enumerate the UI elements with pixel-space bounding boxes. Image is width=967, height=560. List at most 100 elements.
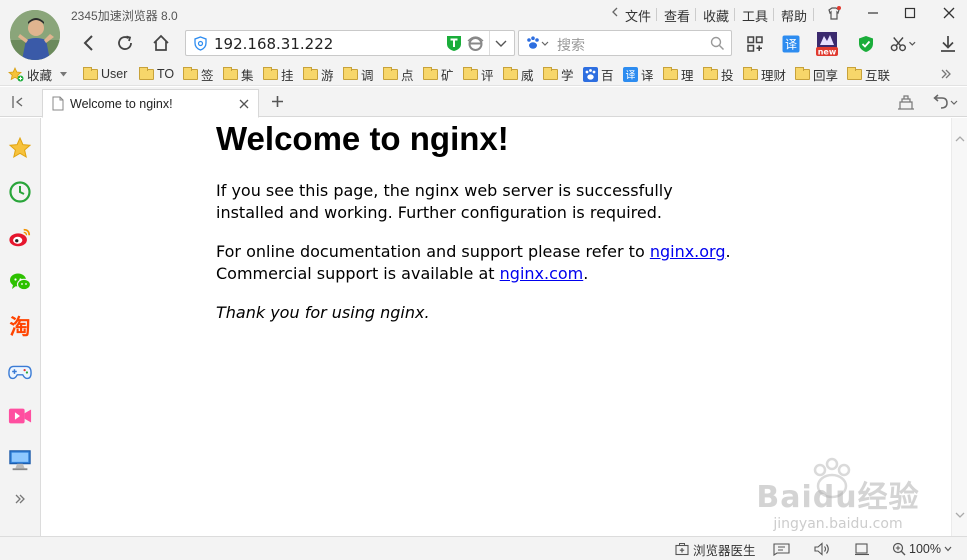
video-icon[interactable] <box>8 404 32 428</box>
refresh-button[interactable] <box>112 31 138 55</box>
wechat-icon[interactable] <box>8 270 32 294</box>
star-add-icon <box>8 66 24 82</box>
games-controller-icon[interactable] <box>8 360 32 384</box>
folder-icon <box>383 66 398 80</box>
menu-divider <box>656 8 657 21</box>
nginx-org-link[interactable]: nginx.org <box>650 242 726 261</box>
new-tab-icon[interactable] <box>271 95 284 111</box>
back-button[interactable] <box>76 31 102 55</box>
address-input[interactable]: 192.168.31.222 <box>214 35 333 53</box>
zoom-control[interactable]: 100% <box>892 541 952 557</box>
secure-shield-icon[interactable] <box>193 36 208 54</box>
volume-icon[interactable] <box>814 541 830 557</box>
bookmark-label: 点 <box>401 68 414 83</box>
screenshot-scissors-icon[interactable] <box>890 31 916 57</box>
bookmark-folder[interactable]: 理 <box>663 66 694 83</box>
tab-title: Welcome to nginx! <box>70 97 173 111</box>
restore-closed-tab-icon[interactable] <box>897 93 915 114</box>
turbo-mode-icon[interactable] <box>446 35 462 54</box>
favorites-star-icon[interactable] <box>8 136 32 160</box>
ad-block-icon[interactable] <box>773 541 790 557</box>
bookmark-folder[interactable]: 回享 <box>795 66 839 83</box>
folder-icon <box>423 66 438 80</box>
bookmark-folder[interactable]: 评 <box>463 66 494 83</box>
history-dropdown-icon[interactable] <box>495 38 507 52</box>
chevron-down-icon <box>60 71 68 77</box>
menu-prev-icon[interactable] <box>609 6 619 21</box>
zoom-dropdown-icon <box>944 546 952 552</box>
folder-icon <box>703 66 718 80</box>
close-tab-icon[interactable] <box>239 98 249 112</box>
tab-welcome-nginx[interactable]: Welcome to nginx! <box>42 89 259 118</box>
bookmark-favorites-label: 收藏 <box>27 68 53 83</box>
taobao-icon[interactable]: 淘 <box>8 314 32 338</box>
bookmark-label: 回享 <box>813 68 839 83</box>
close-window-button[interactable] <box>934 3 964 23</box>
search-box[interactable]: 搜索 <box>518 30 732 56</box>
menu-divider <box>695 8 696 21</box>
svg-text:译: 译 <box>626 69 636 81</box>
punctuation: . <box>725 242 731 261</box>
menu-help[interactable]: 帮助 <box>781 6 807 25</box>
translate-icon: 译 <box>623 66 638 82</box>
undo-icon[interactable] <box>930 93 958 114</box>
search-input[interactable]: 搜索 <box>557 35 585 55</box>
bookmark-folder[interactable]: 互联 <box>847 66 890 83</box>
bookmark-folder[interactable]: User <box>83 66 127 82</box>
minimize-button[interactable] <box>858 3 888 23</box>
vertical-scrollbar[interactable] <box>951 118 967 536</box>
folder-icon <box>503 66 518 80</box>
history-clock-icon[interactable] <box>8 180 32 204</box>
search-icon[interactable] <box>710 36 725 54</box>
computer-icon[interactable] <box>8 448 32 472</box>
bookmark-folder[interactable]: 挂 <box>263 66 294 83</box>
browser-doctor-button[interactable]: 浏览器医生 <box>675 541 756 558</box>
bookmark-folder[interactable]: 投 <box>703 66 734 83</box>
collapse-sidebar-icon[interactable] <box>11 95 25 112</box>
bookmark-favorites[interactable]: 收藏 <box>8 66 68 83</box>
menu-divider <box>813 8 814 21</box>
bookmark-label: 威 <box>521 68 534 83</box>
skin-icon[interactable] <box>819 3 849 23</box>
folder-icon <box>795 66 810 80</box>
punctuation: . <box>583 263 589 283</box>
bookmark-folder[interactable]: 理财 <box>743 66 786 83</box>
menu-tools[interactable]: 工具 <box>742 6 768 25</box>
apps-grid-icon[interactable] <box>742 31 768 57</box>
menu-file[interactable]: 文件 <box>625 6 651 25</box>
translate-icon[interactable]: 译 <box>778 31 804 57</box>
scroll-down-icon[interactable] <box>955 508 965 522</box>
bookmark-folder[interactable]: 集 <box>223 66 254 83</box>
baidu-paw-icon[interactable] <box>525 36 549 54</box>
tab-bar: Welcome to nginx! <box>0 87 967 118</box>
menu-favorites[interactable]: 收藏 <box>703 6 729 25</box>
ie-compat-icon[interactable] <box>467 35 484 55</box>
bookmark-translate[interactable]: 译 译 <box>623 66 654 83</box>
weibo-icon[interactable] <box>8 226 32 250</box>
bookmark-folder[interactable]: 游 <box>303 66 334 83</box>
security-shield-icon[interactable] <box>853 31 879 57</box>
nginx-com-link[interactable]: nginx.com <box>500 264 584 283</box>
bookmark-label: 调 <box>361 68 374 83</box>
game-new-icon[interactable]: new <box>814 31 840 57</box>
window-mode-icon[interactable] <box>854 541 870 557</box>
sidebar-expand-icon[interactable] <box>8 487 32 511</box>
scroll-up-icon[interactable] <box>955 132 965 146</box>
menu-view[interactable]: 查看 <box>664 6 690 25</box>
bookmark-folder[interactable]: 调 <box>343 66 374 83</box>
bookmark-folder[interactable]: 威 <box>503 66 534 83</box>
folder-icon <box>847 66 862 80</box>
bookmarks-overflow-icon[interactable] <box>940 66 952 82</box>
maximize-button[interactable] <box>895 3 925 23</box>
bookmark-folder[interactable]: TO <box>139 66 174 82</box>
address-bar[interactable]: 192.168.31.222 <box>185 30 515 56</box>
bookmark-baidu[interactable]: 百 <box>583 66 614 83</box>
bookmark-folder[interactable]: 点 <box>383 66 414 83</box>
home-button[interactable] <box>148 31 174 55</box>
download-icon[interactable] <box>935 31 961 57</box>
bookmark-folder[interactable]: 学 <box>543 66 574 83</box>
bookmark-folder[interactable]: 矿 <box>423 66 454 83</box>
bookmark-folder[interactable]: 签 <box>183 66 214 83</box>
page-title: Welcome to nginx! <box>216 120 509 157</box>
user-avatar[interactable] <box>10 10 60 60</box>
